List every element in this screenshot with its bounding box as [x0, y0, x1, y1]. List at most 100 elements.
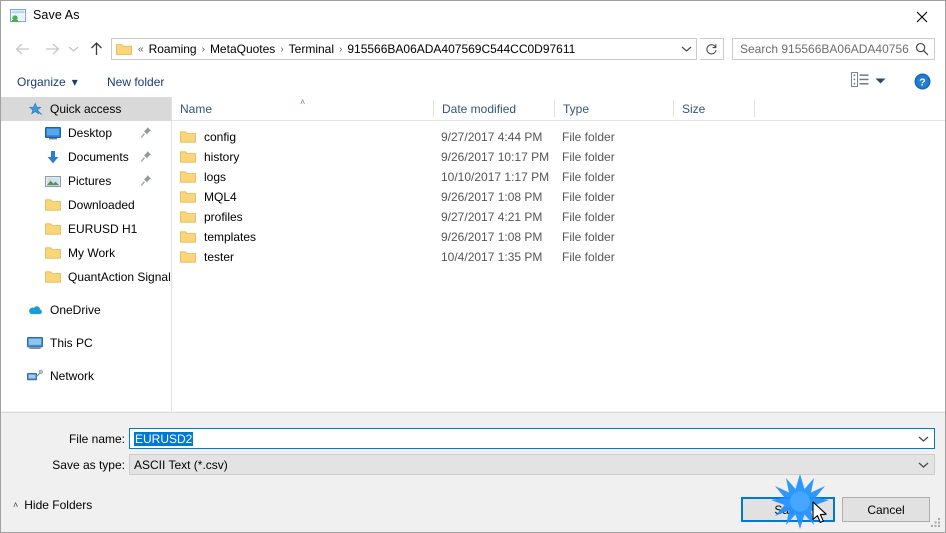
sidebar-item-label: EURUSD H1: [68, 222, 138, 236]
file-name-value: EURUSD2: [130, 431, 912, 446]
chevron-down-icon[interactable]: [912, 435, 934, 443]
breadcrumb-item-metaquotes[interactable]: MetaQuotes: [207, 42, 278, 56]
table-row[interactable]: templates 9/26/2017 1:08 PM File folder: [172, 227, 945, 247]
sidebar-item-quantaction-signal[interactable]: QuantAction Signal: [1, 265, 171, 289]
sidebar-item-quick-access[interactable]: Quick access: [1, 97, 171, 121]
file-name-text: templates: [204, 230, 257, 244]
column-header-row: Name Date modified Type Size ˄: [172, 97, 945, 121]
svg-text:?: ?: [919, 76, 925, 88]
file-name-cell: config: [180, 127, 236, 147]
file-name-cell: profiles: [180, 207, 243, 227]
sidebar-item-documents[interactable]: Documents: [1, 145, 171, 169]
pin-icon[interactable]: [140, 150, 152, 163]
file-date-cell: 9/26/2017 1:08 PM: [441, 190, 543, 204]
help-icon[interactable]: ?: [914, 73, 931, 90]
refresh-icon[interactable]: [700, 38, 724, 60]
file-name-text: history: [204, 150, 240, 164]
folder-icon: [180, 150, 196, 164]
sidebar-item-label: My Work: [68, 246, 116, 260]
file-name-input[interactable]: EURUSD2: [129, 428, 935, 449]
breadcrumb-item-terminal[interactable]: Terminal: [286, 42, 337, 56]
sidebar-item-this-pc[interactable]: This PC: [1, 331, 171, 355]
pin-icon[interactable]: [140, 174, 152, 187]
sidebar-item-my-work[interactable]: My Work: [1, 241, 171, 265]
save-as-app-icon: [10, 8, 27, 24]
file-name-cell: MQL4: [180, 187, 237, 207]
folder-icon: [45, 245, 61, 261]
breadcrumb-item-terminal-id[interactable]: 915566BA06ADA407569C544CC0D97611: [344, 42, 578, 56]
file-name-selected-text: EURUSD2: [134, 431, 194, 446]
file-name-label: File name:: [68, 432, 125, 446]
folder-icon: [180, 250, 196, 264]
sidebar-item-label: QuantAction Signal: [68, 270, 171, 284]
title-bar: Save As: [1, 1, 945, 32]
sidebar-item-downloaded[interactable]: Downloaded: [1, 193, 171, 217]
sidebar-item-onedrive[interactable]: OneDrive: [1, 298, 171, 322]
file-name-text: logs: [204, 170, 227, 184]
sidebar-item-desktop[interactable]: Desktop: [1, 121, 171, 145]
folder-icon: [45, 197, 61, 213]
file-type-cell: File folder: [562, 190, 615, 204]
pin-icon[interactable]: [140, 126, 152, 139]
column-divider[interactable]: [754, 100, 755, 117]
sidebar-item-eurusd-h1[interactable]: EURUSD H1: [1, 217, 171, 241]
search-input[interactable]: Search 915566BA06ADA40756...: [732, 38, 935, 60]
arrow-right-icon[interactable]: [41, 38, 63, 60]
save-as-type-value: ASCII Text (*.csv): [134, 457, 228, 472]
command-toolbar: Organize ▾ New folder ?: [1, 66, 945, 98]
file-date-cell: 9/26/2017 1:08 PM: [441, 230, 543, 244]
file-name-text: tester: [204, 250, 235, 264]
sidebar-item-pictures[interactable]: Pictures: [1, 169, 171, 193]
organize-label: Organize: [17, 74, 66, 89]
column-header-type[interactable]: Type: [555, 97, 673, 120]
file-name-cell: tester: [180, 247, 234, 267]
breadcrumb-item-roaming[interactable]: Roaming: [146, 42, 200, 56]
folder-icon: [45, 269, 61, 285]
navigation-sidebar: Quick access Desktop Documents Pictures …: [1, 97, 172, 411]
file-type-cell: File folder: [562, 250, 615, 264]
folder-icon: [45, 221, 61, 237]
column-header-size[interactable]: Size: [674, 97, 754, 120]
documents-download-icon: [45, 149, 61, 165]
file-date-cell: 9/27/2017 4:44 PM: [441, 130, 543, 144]
chevron-down-icon[interactable]: [676, 45, 696, 53]
table-row[interactable]: profiles 9/27/2017 4:21 PM File folder: [172, 207, 945, 227]
chevron-down-icon[interactable]: [65, 38, 81, 60]
close-icon[interactable]: [899, 1, 945, 32]
breadcrumb-separator: ›: [201, 43, 205, 55]
save-as-type-select[interactable]: ASCII Text (*.csv): [129, 454, 935, 475]
sidebar-item-network[interactable]: Network: [1, 364, 171, 388]
organize-button[interactable]: Organize ▾: [17, 71, 78, 92]
arrow-up-icon[interactable]: [85, 38, 107, 60]
file-name-cell: templates: [180, 227, 256, 247]
table-row[interactable]: tester 10/4/2017 1:35 PM File folder: [172, 247, 945, 267]
file-type-cell: File folder: [562, 130, 615, 144]
sidebar-item-label: Desktop: [68, 126, 113, 140]
arrow-left-icon[interactable]: [11, 38, 33, 60]
table-row[interactable]: config 9/27/2017 4:44 PM File folder: [172, 127, 945, 147]
save-as-dialog: Save As « Roaming › MetaQuotes › Termina…: [0, 0, 946, 533]
table-row[interactable]: logs 10/10/2017 1:17 PM File folder: [172, 167, 945, 187]
table-row[interactable]: MQL4 9/26/2017 1:08 PM File folder: [172, 187, 945, 207]
file-date-cell: 9/27/2017 4:21 PM: [441, 210, 543, 224]
folder-icon: [180, 130, 196, 144]
cancel-button[interactable]: Cancel: [842, 497, 930, 522]
folder-icon: [180, 210, 196, 224]
sidebar-item-label: Downloaded: [68, 198, 135, 212]
address-bar[interactable]: « Roaming › MetaQuotes › Terminal › 9155…: [111, 38, 697, 60]
view-mode-button[interactable]: [851, 72, 886, 90]
folder-icon: [180, 230, 196, 244]
column-header-date-modified[interactable]: Date modified: [434, 97, 554, 120]
save-as-type-label: Save as type:: [52, 458, 125, 472]
search-icon: [910, 42, 934, 56]
folder-icon: [180, 170, 196, 184]
resize-grip-icon[interactable]: [929, 516, 942, 529]
new-folder-button[interactable]: New folder: [107, 71, 164, 92]
save-form: File name: EURUSD2 Save as type: ASCII T…: [1, 412, 945, 488]
save-button[interactable]: Save: [741, 497, 835, 522]
hide-folders-button[interactable]: ˄ Hide Folders: [13, 498, 92, 512]
chevron-down-icon: [875, 74, 886, 88]
chevron-down-icon[interactable]: [912, 461, 934, 469]
table-row[interactable]: history 9/26/2017 10:17 PM File folder: [172, 147, 945, 167]
